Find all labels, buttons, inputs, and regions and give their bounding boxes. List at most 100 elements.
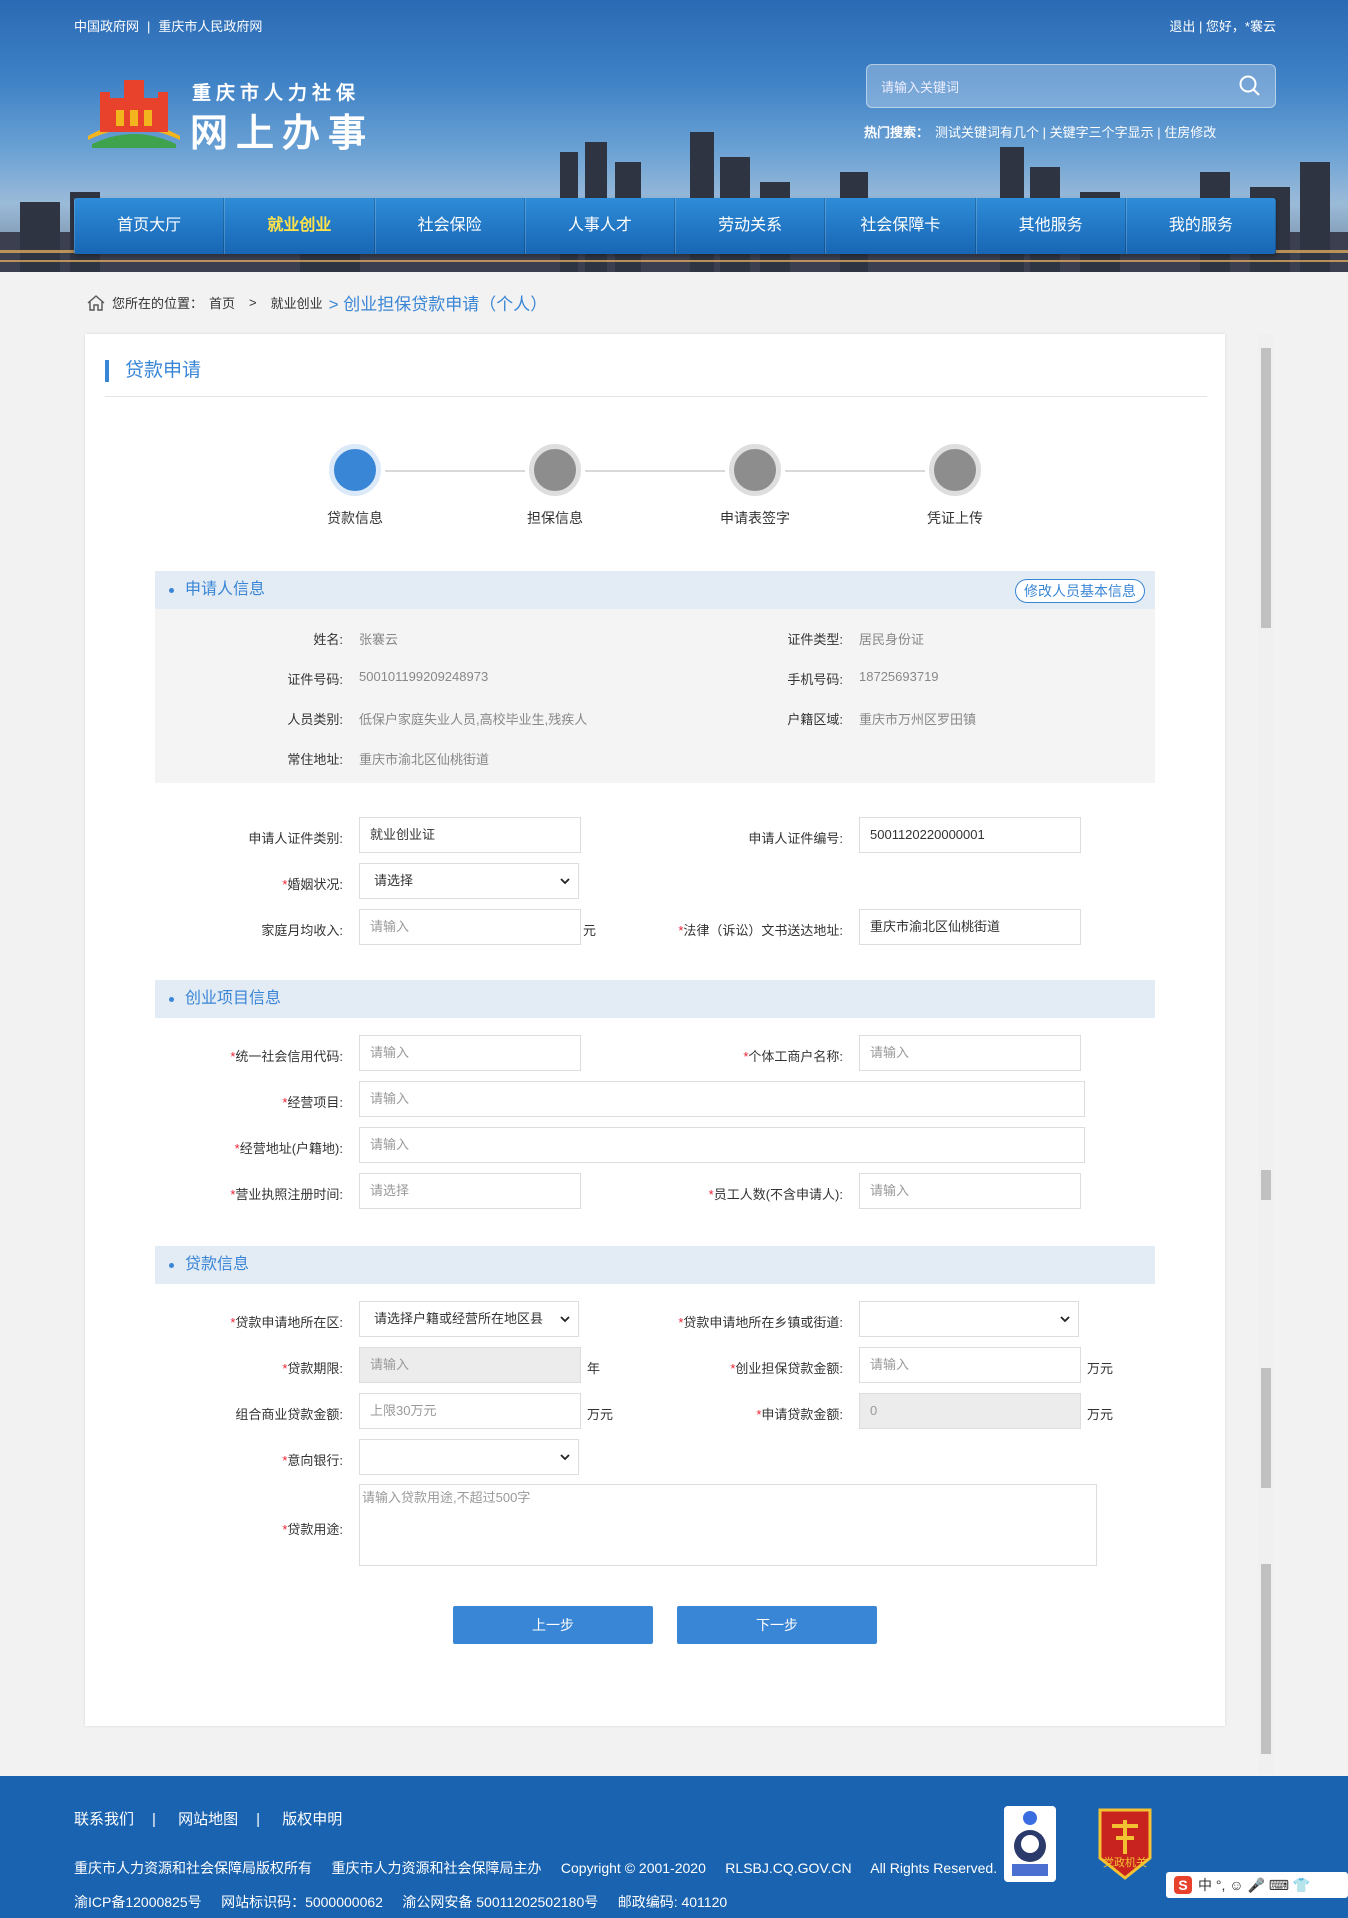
guarantee-amount-unit: 万元 — [1087, 1361, 1114, 1376]
label-bank: *意向银行: — [282, 1453, 343, 1468]
user-links[interactable]: 退出 | 您好，*褰云 — [1169, 16, 1276, 35]
label-address: 常住地址: — [287, 752, 343, 767]
applicant-info-box: 姓名: 张褰云 证件类型: 居民身份证 证件号码: 50010119920924… — [155, 609, 1155, 783]
nav-social-insurance[interactable]: 社会保险 — [374, 198, 525, 254]
label-apply-amount: *申请贷款金额: — [756, 1407, 843, 1422]
breadcrumb: 您所在的位置： 首页 > 就业创业 > 创业担保贷款申请（个人） — [86, 290, 547, 315]
search-box[interactable] — [866, 64, 1276, 108]
label-name: 姓名: — [313, 632, 343, 647]
page-scrollbar[interactable] — [1258, 334, 1274, 1774]
step-dot — [929, 444, 981, 496]
footer-sitemap-link[interactable]: 网站地图 — [178, 1811, 238, 1828]
edit-basic-info-button[interactable]: 修改人员基本信息 — [1015, 579, 1145, 603]
nav-labor[interactable]: 劳动关系 — [675, 198, 826, 254]
section-title: 创业项目信息 — [185, 990, 282, 1007]
value-category: 低保户家庭失业人员,高校毕业生,残疾人 — [359, 712, 588, 727]
step-sign: 申请表签字 — [695, 444, 815, 528]
label-income: 家庭月均收入: — [261, 923, 343, 938]
panel-title: 贷款申请 — [105, 360, 201, 382]
town-select[interactable] — [859, 1301, 1079, 1337]
scrollbar-thumb[interactable] — [1261, 348, 1271, 628]
term-input[interactable]: 请输入 — [359, 1347, 581, 1383]
next-button[interactable]: 下一步 — [677, 1606, 877, 1644]
value-phone: 18725693719 — [859, 669, 939, 684]
section-title: 贷款信息 — [185, 1256, 250, 1273]
footer-contact-link[interactable]: 联系我们 — [74, 1811, 134, 1828]
scrollbar-thumb[interactable] — [1261, 1564, 1271, 1754]
footer-copyright-link[interactable]: 版权申明 — [282, 1811, 342, 1828]
guarantee-amount-input[interactable]: 请输入 — [859, 1347, 1081, 1383]
chevron-down-icon — [560, 878, 570, 885]
nav-personnel[interactable]: 人事人才 — [524, 198, 675, 254]
label-phone: 手机号码: — [787, 672, 843, 687]
step-dot — [729, 444, 781, 496]
label-marital: *婚姻状况: — [282, 877, 343, 892]
main-nav: 首页大厅 就业创业 社会保险 人事人才 劳动关系 社会保障卡 其他服务 我的服务 — [74, 198, 1276, 254]
logo-emblem-icon — [88, 80, 180, 148]
gov-org-badge[interactable]: 党政机关 — [1094, 1806, 1156, 1882]
income-input[interactable]: 请输入 — [359, 909, 581, 945]
ime-toolbar[interactable]: S 中 °, ☺ 🎤 ⌨ 👕 — [1166, 1872, 1348, 1898]
cq-gov-link[interactable]: 重庆市人民政府网 — [158, 19, 262, 34]
district-selected: 请选择户籍或经营所在地区县 — [374, 1311, 544, 1326]
district-select[interactable]: 请选择户籍或经营所在地区县 — [359, 1301, 579, 1337]
label-guarantee-amount: *创业担保贷款金额: — [730, 1361, 843, 1376]
nav-employment[interactable]: 就业创业 — [224, 198, 375, 254]
business-name-input[interactable]: 请输入 — [859, 1035, 1081, 1071]
gov-link[interactable]: 中国政府网 — [74, 19, 139, 34]
breadcrumb-employment[interactable]: 就业创业 — [271, 293, 323, 312]
scrollbar-thumb[interactable] — [1261, 1170, 1271, 1200]
search-icon[interactable] — [1239, 75, 1261, 97]
label-cert-no: 申请人证件编号: — [748, 831, 843, 846]
nav-ss-card[interactable]: 社会保障卡 — [825, 198, 976, 254]
business-address-input[interactable]: 请输入 — [359, 1127, 1085, 1163]
marital-select[interactable]: 请选择 — [359, 863, 579, 899]
chevron-down-icon — [560, 1316, 570, 1323]
site-logo[interactable]: 重庆市人力社保 网上办事 — [86, 74, 386, 155]
search-input[interactable] — [881, 76, 1221, 98]
business-item-input[interactable]: 请输入 — [359, 1081, 1085, 1117]
cert-type-input[interactable]: 就业创业证 — [359, 817, 581, 853]
cert-no-input[interactable]: 5001120220000001 — [859, 817, 1081, 853]
label-cert-type: 申请人证件类别: — [248, 831, 343, 846]
step-upload: 凭证上传 — [895, 444, 1015, 528]
sogou-ime-icon: S — [1174, 1876, 1192, 1894]
commercial-amount-input[interactable]: 上限30万元 — [359, 1393, 581, 1429]
legal-address-input[interactable]: 重庆市渝北区仙桃街道 — [859, 909, 1081, 945]
label-business-item: *经营项目: — [282, 1095, 343, 1110]
label-legal-address: *法律（诉讼）文书送达地址: — [678, 923, 843, 938]
bank-select[interactable] — [359, 1439, 579, 1475]
reg-time-picker[interactable]: 请选择 — [359, 1173, 581, 1209]
step-dot — [529, 444, 581, 496]
scrollbar-thumb[interactable] — [1261, 1368, 1271, 1488]
section-applicant: 申请人信息 修改人员基本信息 — [155, 571, 1155, 609]
nav-other[interactable]: 其他服务 — [975, 198, 1126, 254]
credit-code-input[interactable]: 请输入 — [359, 1035, 581, 1071]
breadcrumb-current: > 创业担保贷款申请（个人） — [328, 295, 548, 314]
prev-button[interactable]: 上一步 — [453, 1606, 653, 1644]
hot-search: 热门搜索： 测试关键词有几个 | 关键字三个字显示 | 住房修改 — [864, 122, 1216, 141]
footer-links: 联系我们 | 网站地图 | 版权申明 — [74, 1811, 343, 1828]
label-id-type: 证件类型: — [787, 632, 843, 647]
divider — [105, 396, 1207, 397]
apply-amount-input[interactable]: 0 — [859, 1393, 1081, 1429]
gov-org-badge-text: 党政机关 — [1103, 1857, 1147, 1869]
label-district: *贷款申请地所在区: — [230, 1315, 343, 1330]
nav-home[interactable]: 首页大厅 — [74, 198, 225, 254]
police-badge-icon[interactable] — [1004, 1806, 1056, 1882]
chevron-down-icon — [1060, 1316, 1070, 1323]
breadcrumb-prefix: 您所在的位置： — [112, 296, 204, 311]
label-id-no: 证件号码: — [287, 672, 343, 687]
staff-count-input[interactable]: 请输入 — [859, 1173, 1081, 1209]
section-loan: 贷款信息 — [155, 1246, 1155, 1284]
site-footer: 联系我们 | 网站地图 | 版权申明 重庆市人力资源和社会保障局版权所有 重庆市人力… — [0, 1776, 1348, 1918]
purpose-textarea[interactable]: 请输入贷款用途,不超过500字 — [359, 1484, 1097, 1566]
footer-icp: 渝ICP备12000825号 网站标识码：5000000062 渝公网安备 50… — [74, 1894, 728, 1910]
breadcrumb-separator: > — [249, 295, 257, 310]
step-guarantee-info: 担保信息 — [495, 444, 615, 528]
nav-my-services[interactable]: 我的服务 — [1125, 198, 1276, 254]
hot-search-items[interactable]: 测试关键词有几个 | 关键字三个字显示 | 住房修改 — [935, 125, 1216, 140]
breadcrumb-home[interactable]: 首页 — [209, 293, 235, 312]
step-loan-info: 贷款信息 — [295, 444, 415, 528]
step-dot-active — [329, 444, 381, 496]
